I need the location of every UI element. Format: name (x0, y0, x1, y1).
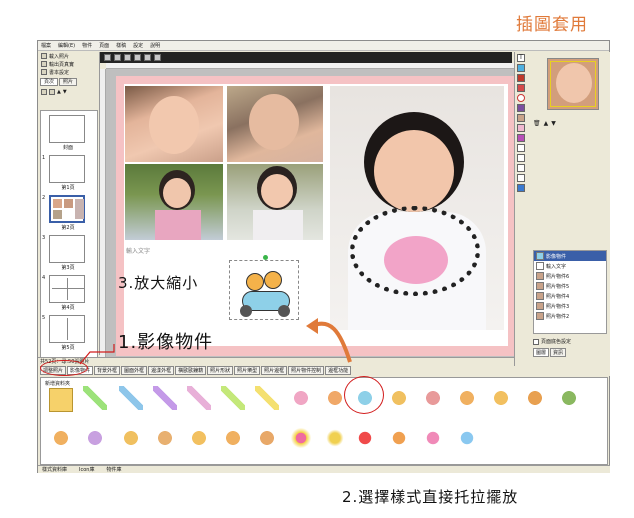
arrow-head (306, 318, 318, 334)
annotation-drag: 2.選擇樣式直接托拉擺放 (342, 488, 519, 506)
annotation-arrows (79, 318, 352, 365)
annotation-zoom: 3.放大縮小 (118, 274, 199, 292)
annotation-image-object: 1.影像物件 (118, 332, 214, 353)
callout-line (79, 344, 115, 365)
